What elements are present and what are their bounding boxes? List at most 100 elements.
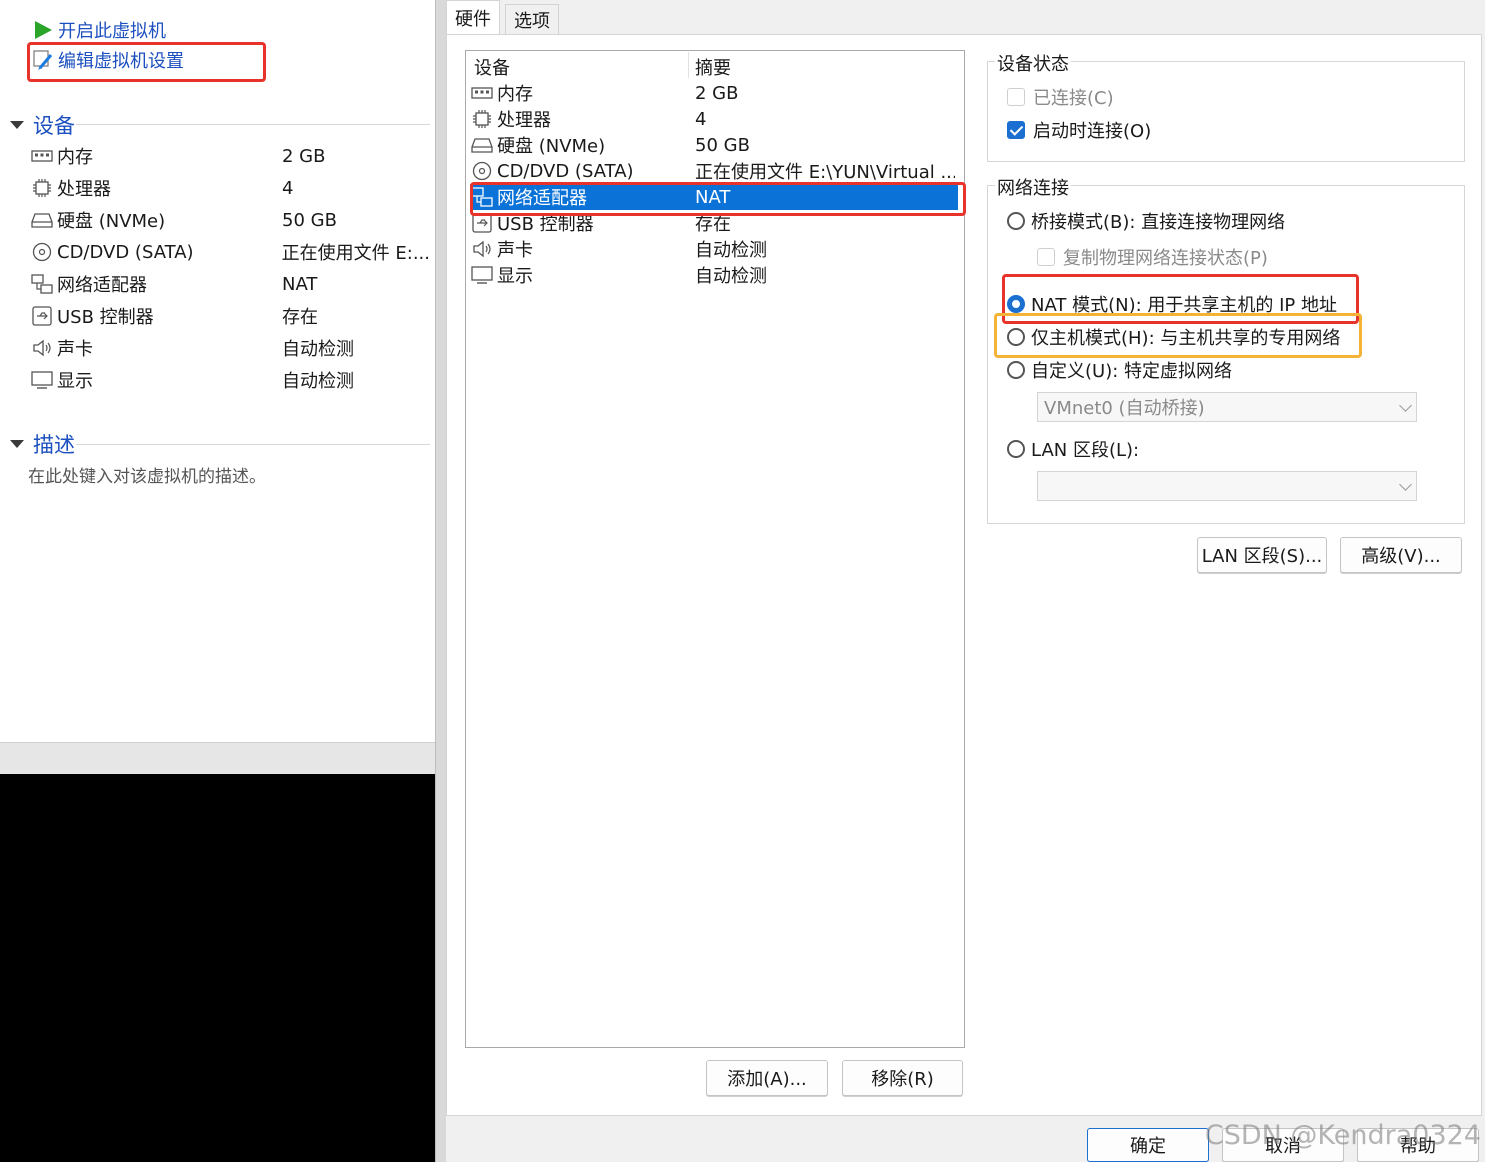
- custom-network-label: 自定义(U): 特定虚拟网络: [1031, 361, 1233, 382]
- device-summary: 自动检测: [695, 266, 767, 287]
- left-device-name: 显示: [57, 371, 93, 392]
- left-device-value: 自动检测: [282, 339, 354, 360]
- left-device-row[interactable]: 处理器 4: [30, 173, 430, 203]
- left-device-name-cell: 内存: [30, 143, 282, 169]
- device-row[interactable]: 内存 2 GB: [470, 80, 958, 106]
- description-placeholder[interactable]: 在此处键入对该虚拟机的描述。: [28, 462, 266, 487]
- power-on-vm-action[interactable]: 开启此虚拟机: [32, 17, 166, 43]
- red-highlight-network-adapter: [470, 182, 966, 216]
- usb-icon: [470, 213, 494, 233]
- device-name: 显示: [497, 266, 533, 287]
- chevron-down-icon: [1399, 398, 1412, 412]
- left-device-value: 存在: [282, 307, 318, 328]
- orange-highlight-host-only: [994, 313, 1362, 358]
- remove-device-button[interactable]: 移除(R): [842, 1060, 963, 1096]
- hard-disk-icon: [30, 210, 54, 230]
- cd-dvd-icon: [30, 242, 54, 262]
- bridged-mode-label: 桥接模式(B): 直接连接物理网络: [1031, 212, 1286, 233]
- custom-network-radio[interactable]: 自定义(U): 特定虚拟网络: [1007, 357, 1232, 383]
- left-device-row[interactable]: 硬盘 (NVMe) 50 GB: [30, 205, 430, 235]
- device-row[interactable]: 处理器 4: [470, 106, 958, 132]
- connect-at-power-on-label: 启动时连接(O): [1033, 121, 1152, 142]
- connected-label: 已连接(C): [1033, 88, 1114, 109]
- left-status-strip: [0, 742, 435, 775]
- lan-segment-label: LAN 区段(L):: [1031, 440, 1140, 461]
- usb-icon: [30, 306, 54, 326]
- devices-section-title: 设备: [33, 114, 75, 138]
- lan-segment-radio[interactable]: LAN 区段(L):: [1007, 436, 1139, 462]
- left-device-row[interactable]: 内存 2 GB: [30, 141, 430, 171]
- left-device-name: 声卡: [57, 339, 93, 360]
- connected-checkbox[interactable]: 已连接(C): [1007, 84, 1114, 110]
- device-row[interactable]: 显示 自动检测: [470, 262, 958, 288]
- watermark: CSDN @Kendra0324: [1204, 1120, 1481, 1151]
- custom-network-select[interactable]: VMnet0 (自动桥接): [1037, 392, 1417, 422]
- left-device-name-cell: 显示: [30, 367, 282, 393]
- collapse-triangle-icon: [10, 440, 24, 448]
- device-row[interactable]: 硬盘 (NVMe) 50 GB: [470, 132, 958, 158]
- lan-segment-select[interactable]: [1037, 471, 1417, 501]
- checkbox-checked: [1007, 121, 1025, 139]
- memory-icon: [30, 146, 54, 166]
- tab-hardware[interactable]: 硬件: [446, 0, 500, 35]
- display-icon: [470, 265, 494, 285]
- left-device-row[interactable]: 显示 自动检测: [30, 365, 430, 395]
- device-summary: 4: [695, 108, 707, 130]
- memory-icon: [470, 83, 494, 103]
- left-device-name-cell: 硬盘 (NVMe): [30, 207, 282, 233]
- left-device-row[interactable]: USB 控制器 存在: [30, 301, 430, 331]
- display-icon: [30, 370, 54, 390]
- replicate-state-checkbox[interactable]: 复制物理网络连接状态(P): [1037, 244, 1268, 270]
- device-row[interactable]: CD/DVD (SATA) 正在使用文件 E:\YUN\Virtual ...: [470, 158, 958, 184]
- tab-options[interactable]: 选项: [505, 4, 559, 35]
- description-section-title: 描述: [33, 433, 75, 457]
- red-highlight-edit-settings: [27, 42, 266, 82]
- left-device-row[interactable]: 声卡 自动检测: [30, 333, 430, 363]
- tab-options-label: 选项: [514, 11, 550, 32]
- device-name: 内存: [497, 84, 533, 105]
- processor-icon: [30, 178, 54, 198]
- bridged-mode-radio[interactable]: 桥接模式(B): 直接连接物理网络: [1007, 208, 1285, 234]
- lan-segments-button[interactable]: LAN 区段(S)...: [1197, 537, 1327, 573]
- device-column-header[interactable]: 设备: [474, 54, 510, 80]
- left-device-value: 2 GB: [282, 145, 326, 167]
- device-row[interactable]: 声卡 自动检测: [470, 236, 958, 262]
- sound-card-icon: [30, 338, 54, 358]
- collapse-triangle-icon: [10, 121, 24, 129]
- device-summary: 50 GB: [695, 134, 750, 156]
- left-device-row[interactable]: 网络适配器 NAT: [30, 269, 430, 299]
- chevron-down-icon: [1399, 477, 1412, 491]
- device-name-cell: 内存: [470, 80, 695, 106]
- connect-at-power-on-checkbox[interactable]: 启动时连接(O): [1007, 117, 1151, 143]
- section-divider: [76, 444, 430, 445]
- left-device-name: 内存: [57, 147, 93, 168]
- ok-button[interactable]: 确定: [1087, 1128, 1209, 1162]
- device-name-cell: 显示: [470, 262, 695, 288]
- left-device-value: 4: [282, 177, 294, 199]
- device-name: 硬盘 (NVMe): [497, 136, 606, 157]
- left-device-value: 50 GB: [282, 209, 337, 231]
- checkbox-unchecked: [1007, 88, 1025, 106]
- play-icon: [32, 19, 54, 41]
- device-name: CD/DVD (SATA): [497, 160, 634, 182]
- column-separator: [688, 52, 689, 78]
- processor-icon: [470, 109, 494, 129]
- checkbox-unchecked: [1037, 248, 1055, 266]
- left-device-name: 硬盘 (NVMe): [57, 211, 166, 232]
- devices-section-header[interactable]: 设备: [10, 112, 75, 138]
- left-device-name: 处理器: [57, 179, 111, 200]
- device-name-cell: CD/DVD (SATA): [470, 161, 695, 182]
- left-device-name: USB 控制器: [57, 307, 154, 328]
- add-device-button[interactable]: 添加(A)...: [706, 1060, 828, 1096]
- left-device-name-cell: 网络适配器: [30, 271, 282, 297]
- advanced-button[interactable]: 高级(V)...: [1340, 537, 1462, 573]
- device-name: 处理器: [497, 110, 551, 131]
- left-device-row[interactable]: CD/DVD (SATA) 正在使用文件 E:...: [30, 237, 430, 267]
- summary-column-header[interactable]: 摘要: [695, 54, 731, 80]
- left-device-name-cell: 声卡: [30, 335, 282, 361]
- section-divider: [76, 124, 430, 125]
- device-status-group: [987, 61, 1465, 162]
- left-device-value: NAT: [282, 273, 318, 295]
- device-name: 声卡: [497, 240, 533, 261]
- description-section-header[interactable]: 描述: [10, 431, 75, 457]
